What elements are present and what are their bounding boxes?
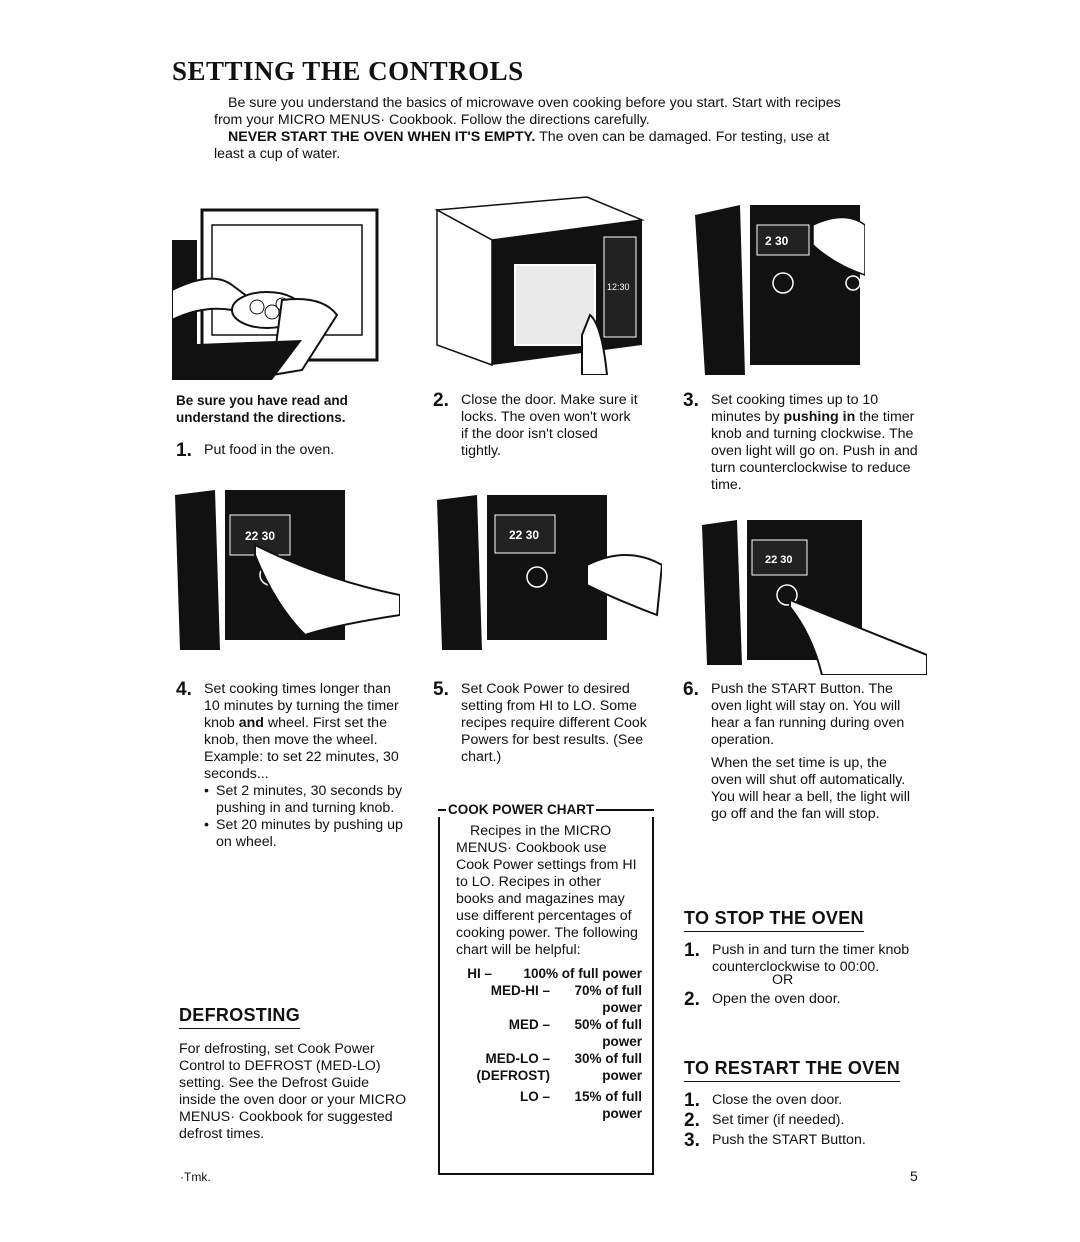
step-text: Close the oven door. [712, 1092, 843, 1108]
stop-oven-section: TO STOP THE OVEN 1. Push in and turn the… [684, 908, 924, 1010]
step-text-bold: and [238, 715, 264, 731]
illustration-turn-timer-knob: 2 30 [695, 195, 865, 375]
step-4: 4. Set cooking times longer than 10 minu… [176, 679, 406, 851]
step-number: 5. [433, 679, 449, 700]
illustration-push-start: 22 30 [702, 515, 927, 675]
row-label: MED-HI – [490, 983, 550, 998]
page-number: 5 [910, 1168, 918, 1184]
row-label: HI – [467, 966, 492, 981]
step-text: Push the START Button. The oven light wi… [711, 681, 905, 748]
display-readout: 12:30 [607, 282, 630, 292]
row-value: 15% of full power [574, 1089, 642, 1121]
chart-box: Recipes in the MICRO MENUS· Cookbook use… [438, 817, 654, 1175]
timer-readout: 22 30 [765, 554, 793, 566]
row-value: 50% of full power [574, 1017, 642, 1049]
step-3: 3. Set cooking times up to 10 minutes by… [683, 390, 918, 494]
intro-paragraph-2: NEVER START THE OVEN WHEN IT'S EMPTY. Th… [214, 129, 854, 163]
step-6: 6. Push the START Button. The oven light… [683, 679, 918, 823]
step-text: Close the door. Make sure it locks. The … [461, 392, 638, 459]
step-text: Set Cook Power to desired setting from H… [461, 681, 647, 765]
step-text: Push the START Button. [712, 1132, 866, 1148]
step-number: 6. [683, 679, 699, 700]
chart-intro: Recipes in the MICRO MENUS· Cookbook use… [456, 823, 638, 958]
chart-row-med-hi: MED-HI – 70% of full power [456, 982, 642, 1016]
restart-oven-section: TO RESTART THE OVEN 1. Close the oven do… [684, 1058, 924, 1151]
illustration-push-timer-wheel: 22 30 [175, 485, 400, 665]
step-2: 2. Close the door. Make sure it locks. T… [433, 390, 638, 460]
step-number: 1. [684, 940, 700, 961]
chart-rows: HI – 100% of full power MED-HI – 70% of fu… [456, 965, 642, 1122]
step-text-bold: pushing in [783, 409, 856, 425]
intro-text: Be sure you understand the basics of mic… [214, 95, 854, 163]
defrosting-text: For defrosting, set Cook Power Control t… [179, 1041, 407, 1142]
defrosting-section: DEFROSTING For defrosting, set Cook Powe… [179, 1005, 409, 1143]
step-body: Push the START Button. The oven light wi… [711, 681, 918, 823]
cook-power-chart: COOK POWER CHART Recipes in the MICRO ME… [438, 802, 654, 1175]
step-number: 1. [684, 1090, 700, 1111]
intro-paragraph-1: Be sure you understand the basics of mic… [214, 95, 841, 128]
restart-item-2: 2. Set timer (if needed). [684, 1110, 924, 1131]
chart-row-lo: LO – 15% of full power [456, 1088, 642, 1122]
row-value: 100% of full power [523, 966, 642, 981]
bullet-item: Set 20 minutes by pushing up on wheel. [204, 817, 406, 851]
restart-item-1: 1. Close the oven door. [684, 1090, 924, 1111]
step-number: 2. [433, 390, 449, 411]
timer-readout: 22 30 [245, 529, 275, 543]
illustration-close-door: 12:30 [432, 195, 657, 375]
restart-item-3: 3. Push the START Button. [684, 1130, 924, 1151]
chart-heading-row: COOK POWER CHART [438, 802, 654, 817]
step-text: Set cooking times up to 10 minutes by pu… [711, 392, 918, 494]
step-number: 3. [683, 390, 699, 411]
step-text: Set timer (if needed). [712, 1112, 845, 1128]
row-value: 70% of full power [574, 983, 642, 1015]
step-number: 2. [684, 989, 700, 1010]
stop-item-2: 2. Open the oven door. [684, 989, 924, 1010]
chart-row-med-lo: MED-LO – (DEFROST) 30% of full power [456, 1050, 643, 1084]
row-label: MED – [508, 1017, 550, 1032]
page-title: SETTING THE CONTROLS [172, 56, 524, 86]
step-number: 3. [684, 1130, 700, 1151]
stop-item-1: 1. Push in and turn the timer knob count… [684, 940, 924, 976]
step-text-2: When the set time is up, the oven will s… [711, 755, 910, 822]
row-label: LO – [519, 1089, 550, 1104]
trademark-footnote: ·Tmk. [180, 1170, 211, 1184]
step-5: 5. Set Cook Power to desired setting fro… [433, 679, 663, 766]
restart-oven-heading: TO RESTART THE OVEN [684, 1058, 901, 1082]
step-text: Open the oven door. [712, 991, 841, 1007]
step-1: Be sure you have read and understand the… [176, 392, 396, 461]
chart-row-med: MED – 50% of full power [456, 1016, 642, 1050]
row-value: 30% of full power [574, 1051, 642, 1083]
step-text: Set cooking times longer than 10 minutes… [204, 681, 406, 851]
step-number: 1. [176, 440, 192, 461]
illustration-set-cook-power: 22 30 [437, 485, 662, 665]
timer-readout: 2 30 [765, 234, 789, 248]
defrosting-heading: DEFROSTING [179, 1005, 301, 1029]
step-number: 2. [684, 1110, 700, 1131]
row-label: MED-LO – (DEFROST) [476, 1051, 551, 1083]
stop-oven-heading: TO STOP THE OVEN [684, 908, 864, 932]
bullet-item: Set 2 minutes, 30 seconds by pushing in … [204, 783, 406, 817]
step-text: Put food in the oven. [204, 442, 335, 458]
step-number: 4. [176, 679, 192, 700]
warning-text: NEVER START THE OVEN WHEN IT'S EMPTY. [228, 129, 536, 145]
chart-row-hi: HI – 100% of full power [456, 965, 642, 982]
timer-readout: 22 30 [509, 528, 539, 542]
chart-heading: COOK POWER CHART [448, 802, 595, 817]
illustration-put-food-in-oven [172, 200, 390, 380]
step-text: Push in and turn the timer knob counterc… [712, 942, 910, 975]
read-directions-note: Be sure you have read and understand the… [176, 393, 348, 425]
